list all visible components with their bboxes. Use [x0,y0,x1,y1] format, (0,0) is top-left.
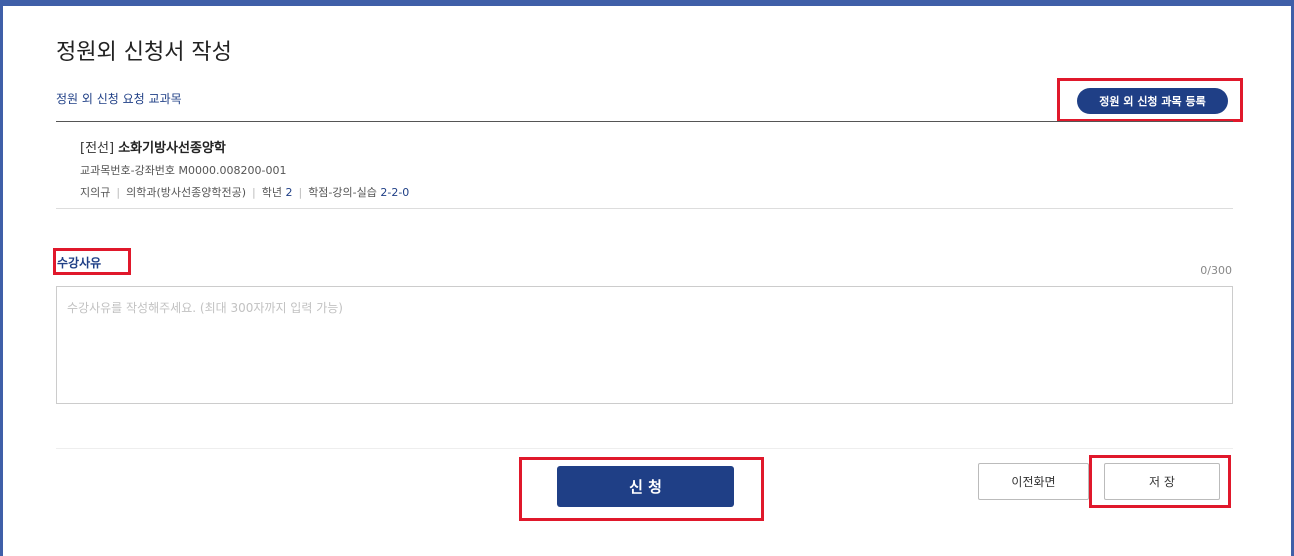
course-grade-label: 학년 [261,186,282,199]
character-counter: 0/300 [1200,264,1232,277]
reason-textarea[interactable] [56,286,1233,404]
course-type-tag: [전선] [80,141,115,156]
course-code: 교과목번호-강좌번호 M0000.008200-001 [80,164,287,177]
highlight-box [53,248,131,275]
divider [56,121,1233,122]
highlight-box [519,457,764,521]
course-title: [전선] 소화기방사선종양학 [80,137,409,156]
highlight-box [1089,455,1231,508]
course-name: 소화기방사선종양학 [118,141,226,156]
course-grade-value: 2 [285,186,293,199]
page-title: 정원외 신청서 작성 [56,40,232,65]
divider [56,448,1233,449]
course-credits-label: 학점-강의-실습 [308,186,377,199]
meta-separator: | [298,186,303,199]
meta-separator: | [116,186,121,199]
previous-screen-button[interactable]: 이전화면 [978,463,1089,500]
highlight-box [1057,78,1243,122]
meta-separator: | [252,186,256,199]
course-department: 의학과(방사선종양학전공) [126,186,246,199]
course-professor: 지의규 [80,186,111,199]
course-info: [전선] 소화기방사선종양학 교과목번호-강좌번호 M0000.008200-0… [80,137,409,200]
divider [56,208,1233,209]
section-label: 정원 외 신청 요청 교과목 [56,92,182,106]
course-meta: 지의규 | 의학과(방사선종양학전공) | 학년 2 | 학점-강의-실습 2-2-0 [80,184,409,200]
course-credits-value: 2-2-0 [380,186,410,199]
